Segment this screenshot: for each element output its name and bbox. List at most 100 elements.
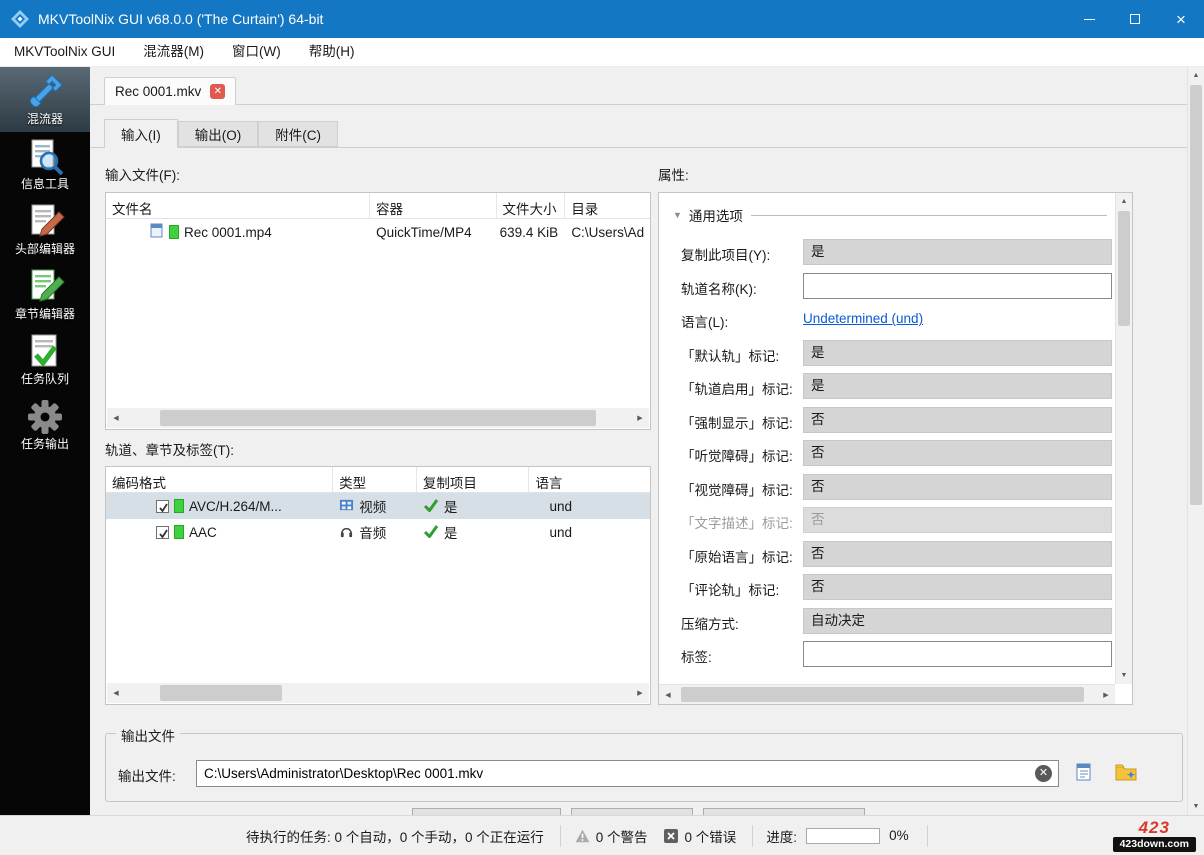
scroll-up-arrow[interactable]: ▲: [1188, 67, 1204, 84]
browse-output-button[interactable]: [1069, 760, 1099, 787]
track-name-input[interactable]: [803, 273, 1112, 299]
prop-row-compression: 压缩方式: 自动决定: [659, 608, 1115, 634]
codec-cell: AVC/H.264/M...: [189, 498, 282, 514]
col-file-name[interactable]: 文件名: [106, 193, 370, 218]
file-size-cell: 639.4 KiB: [499, 224, 559, 240]
prop-label: 复制此项目(Y):: [681, 248, 771, 263]
commentary-flag-dropdown[interactable]: 否: [803, 574, 1112, 600]
forced-display-flag-dropdown[interactable]: 否: [803, 407, 1112, 433]
general-options-section[interactable]: ▼ 通用选项: [673, 205, 1107, 225]
col-type[interactable]: 类型: [333, 467, 417, 492]
add-source-files-button[interactable]: 添加输入文件(A): [411, 808, 561, 815]
tab-input[interactable]: 输入(I): [104, 119, 178, 148]
mkvtoolnix-window: MKVToolNix GUI v68.0.0 ('The Curtain') 6…: [0, 0, 1204, 855]
language-link[interactable]: Undetermined (und): [803, 311, 923, 326]
scrollbar-thumb[interactable]: [1190, 85, 1202, 505]
scroll-down-arrow[interactable]: ▼: [1116, 667, 1132, 684]
compression-dropdown[interactable]: 自动决定: [803, 608, 1112, 634]
sidebar-label: 任务输出: [20, 437, 69, 451]
copy-cell: 是: [443, 500, 458, 515]
sidebar-item-info-tool[interactable]: 信息工具: [0, 132, 90, 197]
tracks-label: 轨道、章节及标签(T):: [105, 443, 234, 458]
menu-window[interactable]: 窗口(W): [218, 38, 295, 66]
col-copy-item[interactable]: 复制项目: [417, 467, 530, 492]
document-tab[interactable]: Rec 0001.mkv ✕: [104, 77, 237, 105]
scroll-right-arrow[interactable]: ▶: [631, 683, 649, 703]
menu-multiplexer[interactable]: 混流器(M): [129, 38, 218, 66]
menu-help[interactable]: 帮助(H): [295, 38, 369, 66]
copy-cell: 是: [443, 526, 458, 541]
track-row-video[interactable]: AVC/H.264/M... 视频 是 und: [106, 493, 650, 519]
col-file-size[interactable]: 文件大小: [497, 193, 566, 218]
scroll-left-arrow[interactable]: ◀: [107, 683, 125, 703]
sidebar-item-job-queue[interactable]: 任务队列: [0, 327, 90, 392]
output-file-input[interactable]: [196, 760, 1059, 787]
tab-close-icon[interactable]: ✕: [210, 84, 226, 99]
progress-bar: [806, 827, 881, 844]
scroll-down-arrow[interactable]: ▼: [1188, 798, 1204, 815]
track-checkbox[interactable]: [156, 499, 169, 513]
add-to-job-queue-button[interactable]: 添加到任务队列(S): [702, 808, 866, 815]
tracks-table: 编码格式 类型 复制项目 语言 AVC/H.264/M... 视频 是 und …: [105, 466, 651, 705]
col-directory[interactable]: 目录: [565, 193, 650, 218]
output-folder-button[interactable]: [1111, 760, 1141, 787]
folder-star-icon: [1115, 762, 1137, 785]
prop-label: 「原始语言」标记:: [681, 550, 793, 565]
directory-cell: C:\Users\Ad: [571, 224, 645, 240]
prop-row-language: 语言(L): Undetermined (und): [659, 306, 1115, 332]
sidebar-item-job-output[interactable]: 任务输出: [0, 392, 90, 457]
scroll-up-arrow[interactable]: ▲: [1116, 193, 1132, 210]
copy-check-icon: [423, 524, 439, 541]
tab-attachments[interactable]: 附件(C): [258, 121, 338, 147]
copy-item-dropdown[interactable]: 是: [803, 239, 1112, 265]
scrollbar-thumb[interactable]: [160, 685, 282, 701]
input-files-table: 文件名 容器 文件大小 目录 Rec 0001.mp4 QuickTime/MP…: [105, 192, 651, 430]
original-language-flag-dropdown[interactable]: 否: [803, 541, 1112, 567]
close-button[interactable]: ×: [1158, 0, 1204, 38]
properties-horizontal-scrollbar: ◀ ▶: [659, 684, 1115, 704]
default-track-flag-dropdown[interactable]: 是: [803, 340, 1112, 366]
scroll-left-arrow[interactable]: ◀: [107, 408, 125, 428]
maximize-button[interactable]: [1112, 0, 1158, 38]
track-checkbox[interactable]: [156, 525, 169, 539]
track-row-audio[interactable]: AAC 音频 是 und: [106, 519, 650, 545]
action-button-row: 添加输入文件(A) 开始混流(B) 添加到任务队列(S): [90, 808, 1187, 815]
minimize-button[interactable]: [1066, 0, 1112, 38]
col-container[interactable]: 容器: [370, 193, 497, 218]
sidebar-item-multiplexer[interactable]: 混流器: [0, 67, 90, 132]
track-enabled-flag-dropdown[interactable]: 是: [803, 373, 1112, 399]
scrollbar-thumb[interactable]: [160, 410, 596, 426]
warning-icon: [575, 829, 590, 843]
prop-label: 标签:: [681, 650, 712, 665]
properties-panel: ▼ 通用选项 复制此项目(Y): 是 轨道名称(K): 语言(L): Undet…: [658, 192, 1133, 705]
prop-row-forced-display: 「强制显示」标记: 否: [659, 407, 1115, 433]
col-codec[interactable]: 编码格式: [106, 467, 334, 492]
menu-mkvtoolnix[interactable]: MKVToolNix GUI: [0, 38, 129, 66]
output-group-legend: 输出文件: [116, 725, 180, 745]
files-table-header: 文件名 容器 文件大小 目录: [106, 193, 650, 219]
tab-output[interactable]: 输出(O): [177, 121, 259, 147]
clear-icon[interactable]: ✕: [1035, 765, 1052, 782]
file-row[interactable]: Rec 0001.mp4 QuickTime/MP4 639.4 KiB C:\…: [106, 219, 650, 245]
scrollbar-thumb[interactable]: [681, 687, 1085, 702]
sidebar-item-chapter-editor[interactable]: 章节编辑器: [0, 262, 90, 327]
scroll-right-arrow[interactable]: ▶: [1097, 685, 1115, 704]
sidebar-label: 头部编辑器: [14, 242, 75, 256]
scrollbar-thumb[interactable]: [1118, 211, 1130, 326]
pending-jobs-status: 待执行的任务: 0 个自动，0 个手动，0 个正在运行: [246, 829, 544, 845]
type-cell: 音频: [359, 526, 387, 541]
scroll-right-arrow[interactable]: ▶: [631, 408, 649, 428]
col-language[interactable]: 语言: [529, 467, 650, 492]
scroll-left-arrow[interactable]: ◀: [659, 685, 677, 704]
sidebar-item-header-editor[interactable]: 头部编辑器: [0, 197, 90, 262]
visual-impaired-flag-dropdown[interactable]: 否: [803, 474, 1112, 500]
prop-label: 「轨道启用」标记:: [681, 382, 793, 397]
document-tabbar: Rec 0001.mkv ✕: [90, 77, 1187, 105]
properties-content: ▼ 通用选项 复制此项目(Y): 是 轨道名称(K): 语言(L): Undet…: [659, 193, 1115, 684]
start-multiplexing-button[interactable]: 开始混流(B): [570, 808, 693, 815]
prop-label: 「视觉障碍」标记:: [681, 483, 793, 498]
tags-input[interactable]: [803, 641, 1112, 667]
progress-label: 进度:: [766, 829, 798, 845]
hearing-impaired-flag-dropdown[interactable]: 否: [803, 440, 1112, 466]
sidebar-label: 任务队列: [20, 372, 69, 386]
